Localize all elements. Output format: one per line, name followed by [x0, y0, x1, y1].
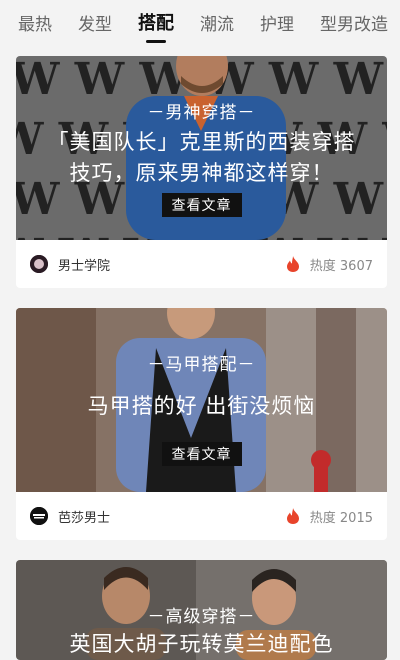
- cover-overlay: －男神穿搭－ 「美国队长」克里斯的西装穿搭 技巧，原来男神都这样穿！ 查看文章: [16, 98, 387, 217]
- tab-makeover[interactable]: 型男改造: [320, 10, 388, 35]
- read-article-button[interactable]: 查看文章: [161, 442, 242, 466]
- flame-icon: [286, 508, 299, 524]
- cover-overlay: －马甲搭配－ 马甲搭的好 出街没烦恼 查看文章: [16, 350, 387, 466]
- article-card[interactable]: W W W W W W W W W W W W W W W W W W W W …: [16, 56, 387, 288]
- heat-count: 热度 2015: [309, 510, 373, 526]
- article-title: 「美国队长」克里斯的西装穿搭: [47, 130, 356, 154]
- avatar[interactable]: [30, 507, 48, 525]
- article-title-line2: 技巧，原来男神都这样穿！: [69, 161, 334, 185]
- heat-count: 热度 3607: [309, 258, 373, 274]
- tab-hottest[interactable]: 最热: [18, 10, 52, 35]
- tab-hairstyle[interactable]: 发型: [78, 10, 112, 35]
- article-tagline: －马甲搭配－: [147, 355, 256, 375]
- article-title: 英国大胡子玩转莫兰迪配色: [69, 632, 334, 656]
- article-tagline: －男神穿搭－: [147, 103, 256, 123]
- tab-outfit[interactable]: 搭配: [138, 9, 174, 43]
- article-cover-image[interactable]: －高级穿搭－ 英国大胡子玩转莫兰迪配色: [16, 560, 387, 660]
- article-cover-image[interactable]: W W W W W W W W W W W W W W W W W W W W …: [16, 56, 387, 240]
- article-footer: 男士学院 热度 3607: [16, 240, 387, 288]
- category-tabs: 最热 发型 搭配 潮流 护理 型男改造: [0, 0, 400, 44]
- read-article-button[interactable]: 查看文章: [161, 193, 242, 217]
- article-card[interactable]: －马甲搭配－ 马甲搭的好 出街没烦恼 查看文章 芭莎男士 热度 2015: [16, 308, 387, 540]
- author-avatar-icon: [30, 507, 48, 525]
- tab-trend[interactable]: 潮流: [200, 10, 234, 35]
- author-name[interactable]: 芭莎男士: [58, 507, 110, 526]
- author-name[interactable]: 男士学院: [58, 255, 110, 274]
- article-tagline: －高级穿搭－: [147, 607, 256, 627]
- tab-care[interactable]: 护理: [260, 10, 294, 35]
- cover-overlay: －高级穿搭－ 英国大胡子玩转莫兰迪配色: [16, 602, 387, 660]
- avatar[interactable]: [30, 255, 48, 273]
- author-avatar-icon: [30, 255, 48, 273]
- article-footer: 芭莎男士 热度 2015: [16, 492, 387, 540]
- article-title: 马甲搭的好 出街没烦恼: [87, 394, 316, 418]
- flame-icon: [286, 256, 299, 272]
- article-card[interactable]: －高级穿搭－ 英国大胡子玩转莫兰迪配色: [16, 560, 387, 660]
- article-cover-image[interactable]: －马甲搭配－ 马甲搭的好 出街没烦恼 查看文章: [16, 308, 387, 492]
